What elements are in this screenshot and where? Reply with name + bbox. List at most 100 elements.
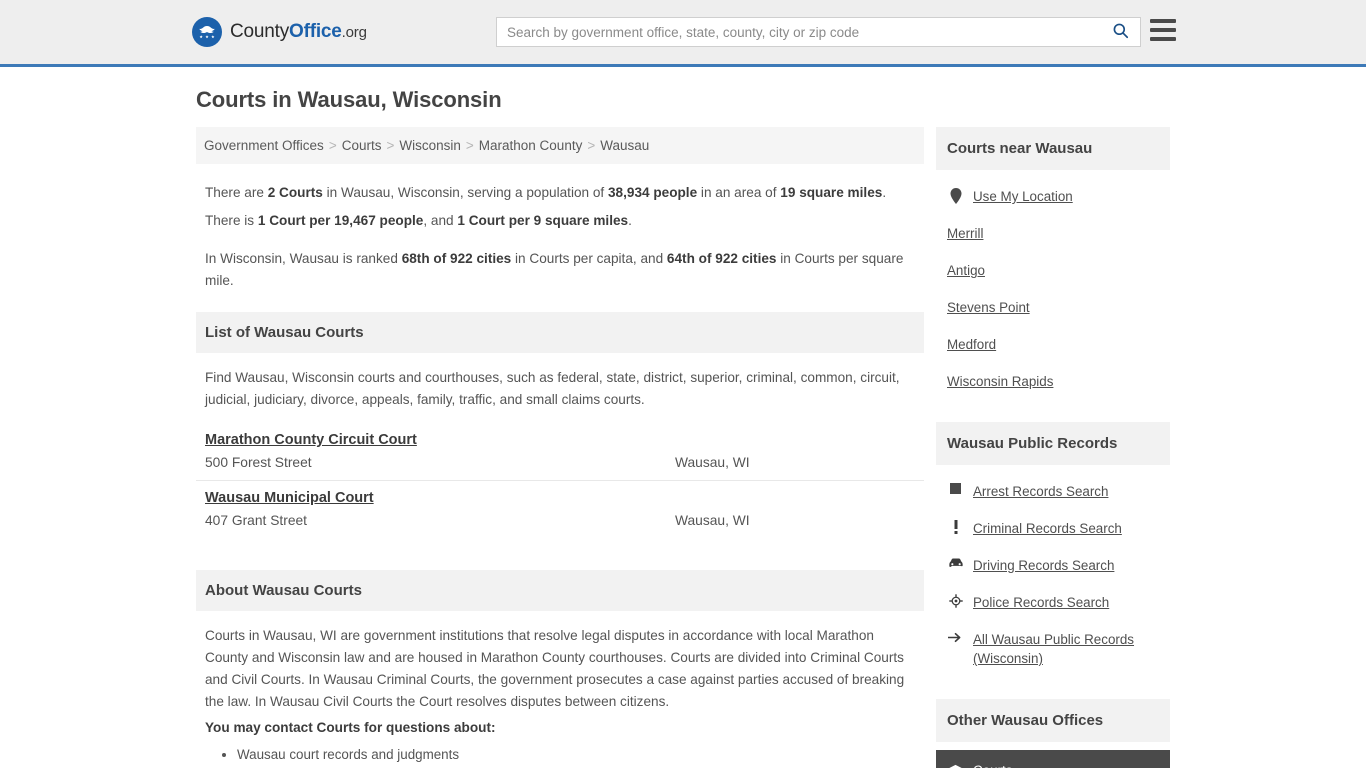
- content-row: Government Offices > Courts > Wisconsin > Mara…: [196, 127, 1170, 768]
- stats-bold-area: 19 square miles: [780, 185, 883, 200]
- breadcrumb-item-courts[interactable]: Courts: [342, 138, 382, 153]
- court-street: 407 Grant Street: [205, 513, 308, 528]
- court-city-state: Wausau, WI: [675, 513, 750, 528]
- logo-text-county: County: [230, 21, 290, 42]
- stats-line-1: There are 2 Courts in Wausau, Wisconsin,…: [205, 182, 915, 204]
- stats-text: in Courts per capita, and: [511, 251, 667, 266]
- breadcrumb-separator: >: [386, 138, 395, 153]
- breadcrumb-item-government-offices[interactable]: Government Offices: [204, 138, 324, 153]
- sidebar-link-label[interactable]: Antigo: [947, 261, 985, 280]
- sidebar-block-courts-near: Courts near Wausau Use My Location Merri…: [936, 127, 1170, 400]
- table-row: Wausau Municipal Court 407 Grant Street …: [196, 481, 924, 538]
- breadcrumb: Government Offices > Courts > Wisconsin > Mara…: [196, 127, 924, 164]
- stats-text: .: [882, 185, 887, 200]
- sidebar-link-label[interactable]: Driving Records Search: [973, 556, 1114, 575]
- stats-text: In Wisconsin, Wausau is ranked: [205, 251, 402, 266]
- sidebar-item-antigo[interactable]: Antigo: [947, 252, 1159, 289]
- stats-bold-rank-capita: 68th of 922 cities: [401, 251, 512, 266]
- sidebar-item-courts-active[interactable]: Courts: [936, 750, 1170, 768]
- stats-text: There are: [205, 185, 268, 200]
- sidebar-link-label[interactable]: Police Records Search: [973, 593, 1109, 612]
- sidebar-item-all-public-records[interactable]: All Wausau Public Records (Wisconsin): [947, 621, 1159, 677]
- about-section-body: Courts in Wausau, WI are government inst…: [196, 611, 924, 768]
- sidebar-link-label[interactable]: Courts: [973, 761, 1012, 768]
- sidebar-item-use-my-location[interactable]: Use My Location: [947, 178, 1159, 215]
- stats-bold-court-count: 2 Courts: [267, 185, 323, 200]
- statistics-block: There are 2 Courts in Wausau, Wisconsin,…: [196, 182, 924, 292]
- court-address-row: 500 Forest Street Wausau, WI: [205, 455, 915, 470]
- sidebar-item-stevens-point[interactable]: Stevens Point: [947, 289, 1159, 326]
- breadcrumb-item-wisconsin[interactable]: Wisconsin: [399, 138, 461, 153]
- car-icon: [947, 557, 964, 568]
- sidebar-item-merrill[interactable]: Merrill: [947, 215, 1159, 252]
- breadcrumb-item-marathon-county[interactable]: Marathon County: [479, 138, 583, 153]
- stats-text: .: [628, 213, 632, 228]
- hamburger-menu-icon[interactable]: [1150, 19, 1176, 41]
- stats-bold-rank-area: 64th of 922 cities: [666, 251, 777, 266]
- list-section-description: Find Wausau, Wisconsin courts and courth…: [205, 370, 900, 407]
- sidebar-item-criminal-records[interactable]: Criminal Records Search: [947, 510, 1159, 547]
- court-city-state: Wausau, WI: [675, 455, 750, 470]
- sidebar-item-wisconsin-rapids[interactable]: Wisconsin Rapids: [947, 363, 1159, 400]
- hamburger-bar: [1150, 37, 1176, 41]
- sidebar-heading-public-records: Wausau Public Records: [936, 422, 1170, 465]
- court-name-link[interactable]: Wausau Municipal Court: [205, 490, 374, 506]
- site-header: CountyOffice.org: [0, 0, 1366, 67]
- sidebar-link-label[interactable]: Merrill: [947, 224, 983, 243]
- main-column: Government Offices > Courts > Wisconsin > Mara…: [196, 127, 924, 768]
- logo-text: CountyOffice.org: [230, 21, 367, 43]
- sidebar-item-arrest-records[interactable]: Arrest Records Search: [947, 473, 1159, 510]
- sidebar-heading-other-offices: Other Wausau Offices: [936, 699, 1170, 742]
- page-container: Courts in Wausau, Wisconsin Government O…: [0, 87, 1366, 768]
- list-item: Wausau court records and judgments: [237, 743, 915, 767]
- location-pin-icon: [947, 188, 964, 204]
- section-header-about-courts: About Wausau Courts: [196, 570, 924, 611]
- section-header-list-of-courts: List of Wausau Courts: [196, 312, 924, 353]
- stats-line-2: There is 1 Court per 19,467 people, and …: [205, 210, 915, 232]
- sidebar-near-list: Use My Location Merrill Antigo Stevens P…: [936, 170, 1170, 400]
- breadcrumb-item-wausau[interactable]: Wausau: [600, 138, 649, 153]
- stats-bold-per-area: 1 Court per 9 square miles: [457, 213, 629, 228]
- sidebar-link-label[interactable]: Wisconsin Rapids: [947, 372, 1053, 391]
- stats-line-3: In Wisconsin, Wausau is ranked 68th of 9…: [205, 248, 915, 292]
- stats-text: There is: [205, 213, 258, 228]
- sidebar-link-label[interactable]: Use My Location: [973, 187, 1073, 206]
- logo-text-office: Office: [289, 21, 342, 42]
- sidebar-item-police-records[interactable]: Police Records Search: [947, 584, 1159, 621]
- stats-text: , and: [423, 213, 458, 228]
- search-button[interactable]: [1100, 18, 1140, 46]
- fingerprint-square-icon: [947, 483, 964, 494]
- police-badge-icon: [947, 594, 964, 608]
- sidebar: Courts near Wausau Use My Location Merri…: [936, 127, 1170, 768]
- stats-text: in Wausau, Wisconsin, serving a populati…: [322, 185, 608, 200]
- sidebar-link-label[interactable]: Stevens Point: [947, 298, 1030, 317]
- exclamation-icon: [947, 520, 964, 534]
- hamburger-bar: [1150, 28, 1176, 32]
- court-street: 500 Forest Street: [205, 455, 312, 470]
- sidebar-link-label[interactable]: Criminal Records Search: [973, 519, 1122, 538]
- sidebar-link-label[interactable]: Arrest Records Search: [973, 482, 1108, 501]
- sidebar-item-driving-records[interactable]: Driving Records Search: [947, 547, 1159, 584]
- search-bar[interactable]: [496, 17, 1141, 47]
- stats-text: in an area of: [697, 185, 781, 200]
- table-row: Marathon County Circuit Court 500 Forest…: [196, 423, 924, 481]
- eagle-seal-icon: [192, 17, 222, 47]
- sidebar-link-label[interactable]: Medford: [947, 335, 996, 354]
- search-input[interactable]: [497, 18, 1100, 46]
- page-title: Courts in Wausau, Wisconsin: [196, 87, 502, 112]
- logo-text-org: .org: [341, 24, 367, 41]
- sidebar-heading-courts-near: Courts near Wausau: [936, 127, 1170, 170]
- sidebar-link-label[interactable]: All Wausau Public Records (Wisconsin): [973, 630, 1159, 668]
- stats-bold-population: 38,934 people: [607, 185, 698, 200]
- courthouse-icon: [947, 764, 964, 768]
- contact-lead: You may contact Courts for questions abo…: [205, 720, 496, 735]
- court-list: Marathon County Circuit Court 500 Forest…: [196, 423, 924, 538]
- sidebar-block-public-records: Wausau Public Records Arrest Records Sea…: [936, 422, 1170, 677]
- sidebar-item-medford[interactable]: Medford: [947, 326, 1159, 363]
- site-logo[interactable]: CountyOffice.org: [192, 17, 367, 47]
- about-paragraph: Courts in Wausau, WI are government inst…: [205, 628, 905, 709]
- court-name-link[interactable]: Marathon County Circuit Court: [205, 432, 417, 448]
- breadcrumb-separator: >: [587, 138, 596, 153]
- sidebar-block-other-offices: Other Wausau Offices Courts: [936, 699, 1170, 768]
- breadcrumb-separator: >: [328, 138, 337, 153]
